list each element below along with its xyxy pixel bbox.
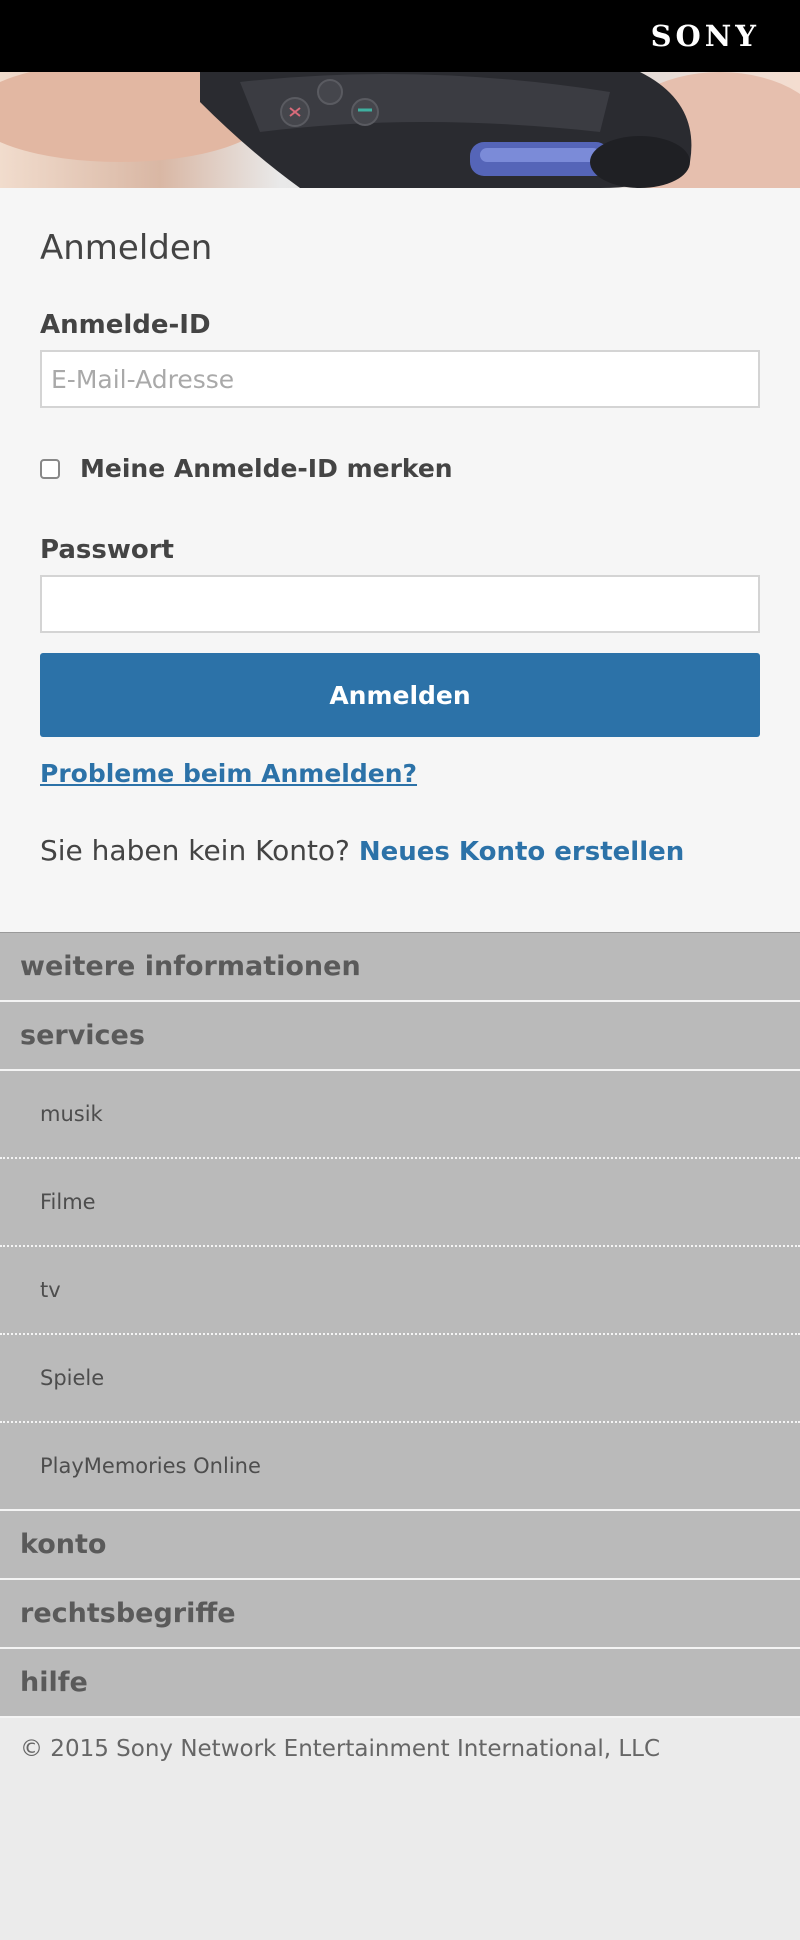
nav-services[interactable]: services [0, 1000, 800, 1069]
nav-service-movies[interactable]: Filme [0, 1157, 800, 1245]
controller-image [0, 72, 800, 188]
password-label: Passwort [40, 535, 174, 565]
login-id-input[interactable] [40, 350, 760, 408]
remember-id-checkbox[interactable] [40, 458, 60, 479]
login-id-label: Anmelde-ID [40, 310, 211, 340]
sony-logo[interactable]: SONY [651, 19, 760, 53]
nav-legal[interactable]: rechtsbegriffe [0, 1578, 800, 1647]
footer-nav: weitere informationen services musik Fil… [0, 932, 800, 1716]
login-card: Anmelden Anmelde-ID Meine Anmelde-ID mer… [0, 188, 800, 932]
top-bar: SONY [0, 0, 800, 72]
login-title: Anmelden [40, 228, 213, 268]
create-account-link[interactable]: Neues Konto erstellen [359, 837, 684, 867]
nav-help[interactable]: hilfe [0, 1647, 800, 1716]
remember-id-row[interactable]: Meine Anmelde-ID merken [40, 454, 760, 483]
nav-more-info[interactable]: weitere informationen [0, 932, 800, 1000]
no-account-text: Sie haben kein Konto? [40, 834, 350, 867]
nav-account[interactable]: konto [0, 1509, 800, 1578]
login-submit-button[interactable]: Anmelden [40, 653, 760, 737]
nav-service-music[interactable]: musik [0, 1069, 800, 1157]
password-input[interactable] [40, 575, 760, 633]
signup-row: Sie haben kein Konto? Neues Konto erstel… [40, 834, 760, 867]
trouble-signing-in-link[interactable]: Probleme beim Anmelden? [40, 759, 417, 788]
copyright: © 2015 Sony Network Entertainment Intern… [0, 1716, 800, 1780]
remember-id-label[interactable]: Meine Anmelde-ID merken [80, 454, 453, 483]
hero-banner [0, 72, 800, 188]
nav-service-playmemories[interactable]: PlayMemories Online [0, 1421, 800, 1509]
nav-service-tv[interactable]: tv [0, 1245, 800, 1333]
nav-service-games[interactable]: Spiele [0, 1333, 800, 1421]
